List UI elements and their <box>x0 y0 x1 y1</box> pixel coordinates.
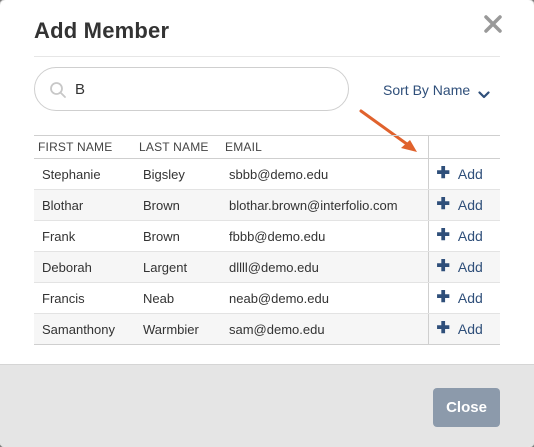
last-name-cell: Brown <box>135 189 221 221</box>
table-row: Blothar Brown blothar.brown@interfolio.c… <box>34 189 500 221</box>
table-row: Stephanie Bigsley sbbb@demo.edu ✚ Add <box>34 158 500 190</box>
first-name-cell: Stephanie <box>34 158 135 190</box>
header-action <box>427 135 500 159</box>
members-table: FIRST NAME LAST NAME EMAIL Stephanie Big… <box>34 135 500 345</box>
plus-icon: ✚ <box>436 320 450 337</box>
email-cell: blothar.brown@interfolio.com <box>221 189 428 221</box>
sort-dropdown[interactable]: Sort By Name <box>383 80 490 100</box>
dialog-footer: Close <box>0 364 534 447</box>
add-label: Add <box>457 321 483 337</box>
table-row: Deborah Largent dllll@demo.edu ✚ Add <box>34 251 500 283</box>
table-header-row: FIRST NAME LAST NAME EMAIL <box>34 135 500 159</box>
first-name-cell: Francis <box>34 282 135 314</box>
email-cell: sam@demo.edu <box>221 313 428 345</box>
header-divider <box>34 56 500 57</box>
chevron-down-icon <box>478 86 490 99</box>
close-button[interactable]: Close <box>433 388 500 427</box>
email-cell: dllll@demo.edu <box>221 251 428 283</box>
add-label: Add <box>457 228 483 244</box>
search-field[interactable] <box>34 67 349 111</box>
last-name-cell: Brown <box>135 220 221 252</box>
last-name-cell: Neab <box>135 282 221 314</box>
header-last-name: LAST NAME <box>135 135 221 159</box>
dialog-header: Add Member <box>0 0 534 56</box>
plus-icon: ✚ <box>436 227 450 244</box>
add-button[interactable]: ✚ Add <box>436 289 483 307</box>
table-row: Frank Brown fbbb@demo.edu ✚ Add <box>34 220 500 252</box>
plus-icon: ✚ <box>436 165 450 182</box>
first-name-cell: Deborah <box>34 251 135 283</box>
first-name-cell: Frank <box>34 220 135 252</box>
add-member-dialog: Add Member Sort By Name <box>0 0 534 447</box>
add-button[interactable]: ✚ Add <box>436 320 483 338</box>
close-icon[interactable] <box>483 14 503 34</box>
plus-icon: ✚ <box>436 258 450 275</box>
add-label: Add <box>457 197 483 213</box>
first-name-cell: Blothar <box>34 189 135 221</box>
plus-icon: ✚ <box>436 289 450 306</box>
last-name-cell: Warmbier <box>135 313 221 345</box>
first-name-cell: Samanthony <box>34 313 135 345</box>
add-label: Add <box>457 290 483 306</box>
add-button[interactable]: ✚ Add <box>436 227 483 245</box>
add-label: Add <box>457 166 483 182</box>
table-row: Samanthony Warmbier sam@demo.edu ✚ Add <box>34 313 500 345</box>
add-button[interactable]: ✚ Add <box>436 196 483 214</box>
header-email: EMAIL <box>221 135 428 159</box>
add-button[interactable]: ✚ Add <box>436 165 483 183</box>
add-label: Add <box>457 259 483 275</box>
email-cell: sbbb@demo.edu <box>221 158 428 190</box>
add-button[interactable]: ✚ Add <box>436 258 483 276</box>
dialog-title: Add Member <box>34 18 170 43</box>
search-icon <box>49 81 67 99</box>
email-cell: fbbb@demo.edu <box>221 220 428 252</box>
header-first-name: FIRST NAME <box>34 135 135 159</box>
sort-label: Sort By Name <box>383 82 471 98</box>
table-row: Francis Neab neab@demo.edu ✚ Add <box>34 282 500 314</box>
plus-icon: ✚ <box>436 196 450 213</box>
last-name-cell: Largent <box>135 251 221 283</box>
search-input[interactable] <box>75 76 335 102</box>
last-name-cell: Bigsley <box>135 158 221 190</box>
email-cell: neab@demo.edu <box>221 282 428 314</box>
